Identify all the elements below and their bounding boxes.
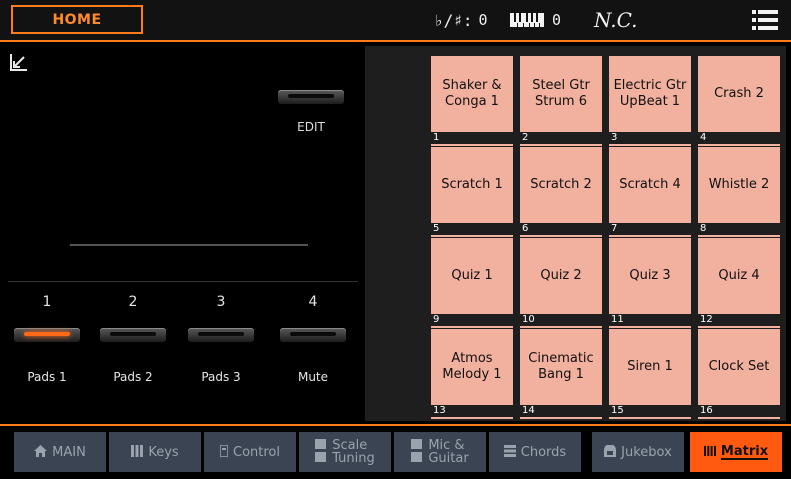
pad-index-label: 13 [431,405,513,417]
tab-keys-label: Keys [148,444,179,460]
collapse-arrow-icon[interactable] [9,52,29,72]
tab-chords-label: Chords [520,444,567,460]
pad-index-label: 3 [609,132,691,144]
accidental-indicator[interactable]: ♭/♯: 0 [434,8,488,32]
keyboard-icon [131,444,144,460]
tab-chords[interactable]: Chords [489,432,581,472]
pads-1-button[interactable] [14,328,80,342]
pad-name: Clock Set [708,359,770,374]
pad-index-label: 14 [520,405,602,417]
pad-index-label: 2 [520,132,602,144]
mute-button[interactable] [280,328,346,342]
home-button[interactable]: HOME [11,5,143,34]
volume-slider-track[interactable] [70,244,308,246]
pad-index-label: 1 [431,132,513,144]
tab-mic-guitar[interactable]: Mic & Guitar [394,432,486,472]
pad-index-label: 5 [431,223,513,235]
pad-index-label: 8 [698,223,780,235]
scale-icon [315,438,327,466]
pad-bank-number-1: 1 [42,294,52,310]
tab-main-label: MAIN [52,444,86,460]
pad-name: Quiz 4 [718,268,760,283]
pad-index-label: 7 [609,223,691,235]
chords-icon [503,444,516,460]
pad-name: Scratch 4 [619,177,681,192]
pad-index-label: 10 [520,314,602,326]
pads-3-button[interactable] [188,328,254,342]
pad-index-label: 12 [698,314,780,326]
edit-button[interactable] [278,90,344,104]
pad-bank-number-4: 4 [308,294,318,310]
jukebox-icon [604,443,617,460]
tab-guitar-label: Guitar [428,451,469,466]
tab-keys[interactable]: Keys [109,432,201,472]
tab-main[interactable]: MAIN [14,432,106,472]
pad-name: Quiz 3 [629,268,671,283]
pad-name: Cinematic Bang 1 [528,351,594,382]
tab-tuning-label: Tuning [332,451,375,466]
tab-jukebox[interactable]: Jukebox [592,432,684,472]
pads-2-button[interactable] [100,328,166,342]
transpose-indicator[interactable]: 0 [510,8,561,32]
tab-bar-divider [0,424,791,426]
hamburger-menu-icon[interactable] [752,9,778,31]
pad-index-label: 9 [431,314,513,326]
accidental-label: ♭/♯: [434,10,473,30]
mute-label: Mute [297,370,329,384]
pad-name: Electric Gtr UpBeat 1 [613,78,687,109]
pad-bank-number-2: 2 [128,294,138,310]
mic-icon [411,438,423,466]
pad-name: Scratch 1 [441,177,503,192]
pads-3-label: Pads 3 [201,370,241,384]
pad-name: Crash 2 [714,86,764,101]
pad-name: Whistle 2 [708,177,770,192]
chord-display: N.C. [594,8,638,32]
tab-jukebox-label: Jukebox [621,444,672,460]
pad-name: Shaker & Conga 1 [442,78,502,109]
pad-name: Steel Gtr Strum 6 [532,78,590,109]
transpose-value: 0 [552,11,562,29]
top-bar-divider [0,40,791,42]
pad-index-label: 16 [698,405,780,417]
matrix-icon [703,445,716,459]
pads-2-label: Pads 2 [113,370,153,384]
pad-control-panel: EDIT 1 2 3 4 Pads 1 Pads 2 Pads 3 Mute [0,43,362,420]
pad-name: Siren 1 [627,359,673,374]
tab-control[interactable]: Control [204,432,296,472]
pad-index-label: 6 [520,223,602,235]
pad-index-label: 15 [609,405,691,417]
tab-control-label: Control [233,444,280,460]
edit-label: EDIT [297,120,325,134]
tab-scale-tuning[interactable]: Scale Tuning [299,432,391,472]
pad-name: Quiz 1 [451,268,493,283]
tab-matrix[interactable]: Matrix [690,432,782,472]
control-icon [219,443,229,460]
pad-index-label: 11 [609,314,691,326]
pad-name: Atmos Melody 1 [442,351,502,382]
pad-index-label: 4 [698,132,780,144]
pad-name: Scratch 2 [530,177,592,192]
pad-name: Quiz 2 [540,268,582,283]
pad-bank-number-3: 3 [216,294,226,310]
pads-1-label: Pads 1 [27,370,67,384]
home-icon [34,444,48,460]
accidental-value: 0 [478,11,488,29]
tab-matrix-label: Matrix [720,443,769,460]
panel-divider [8,281,358,282]
keyboard-icon [510,13,544,27]
